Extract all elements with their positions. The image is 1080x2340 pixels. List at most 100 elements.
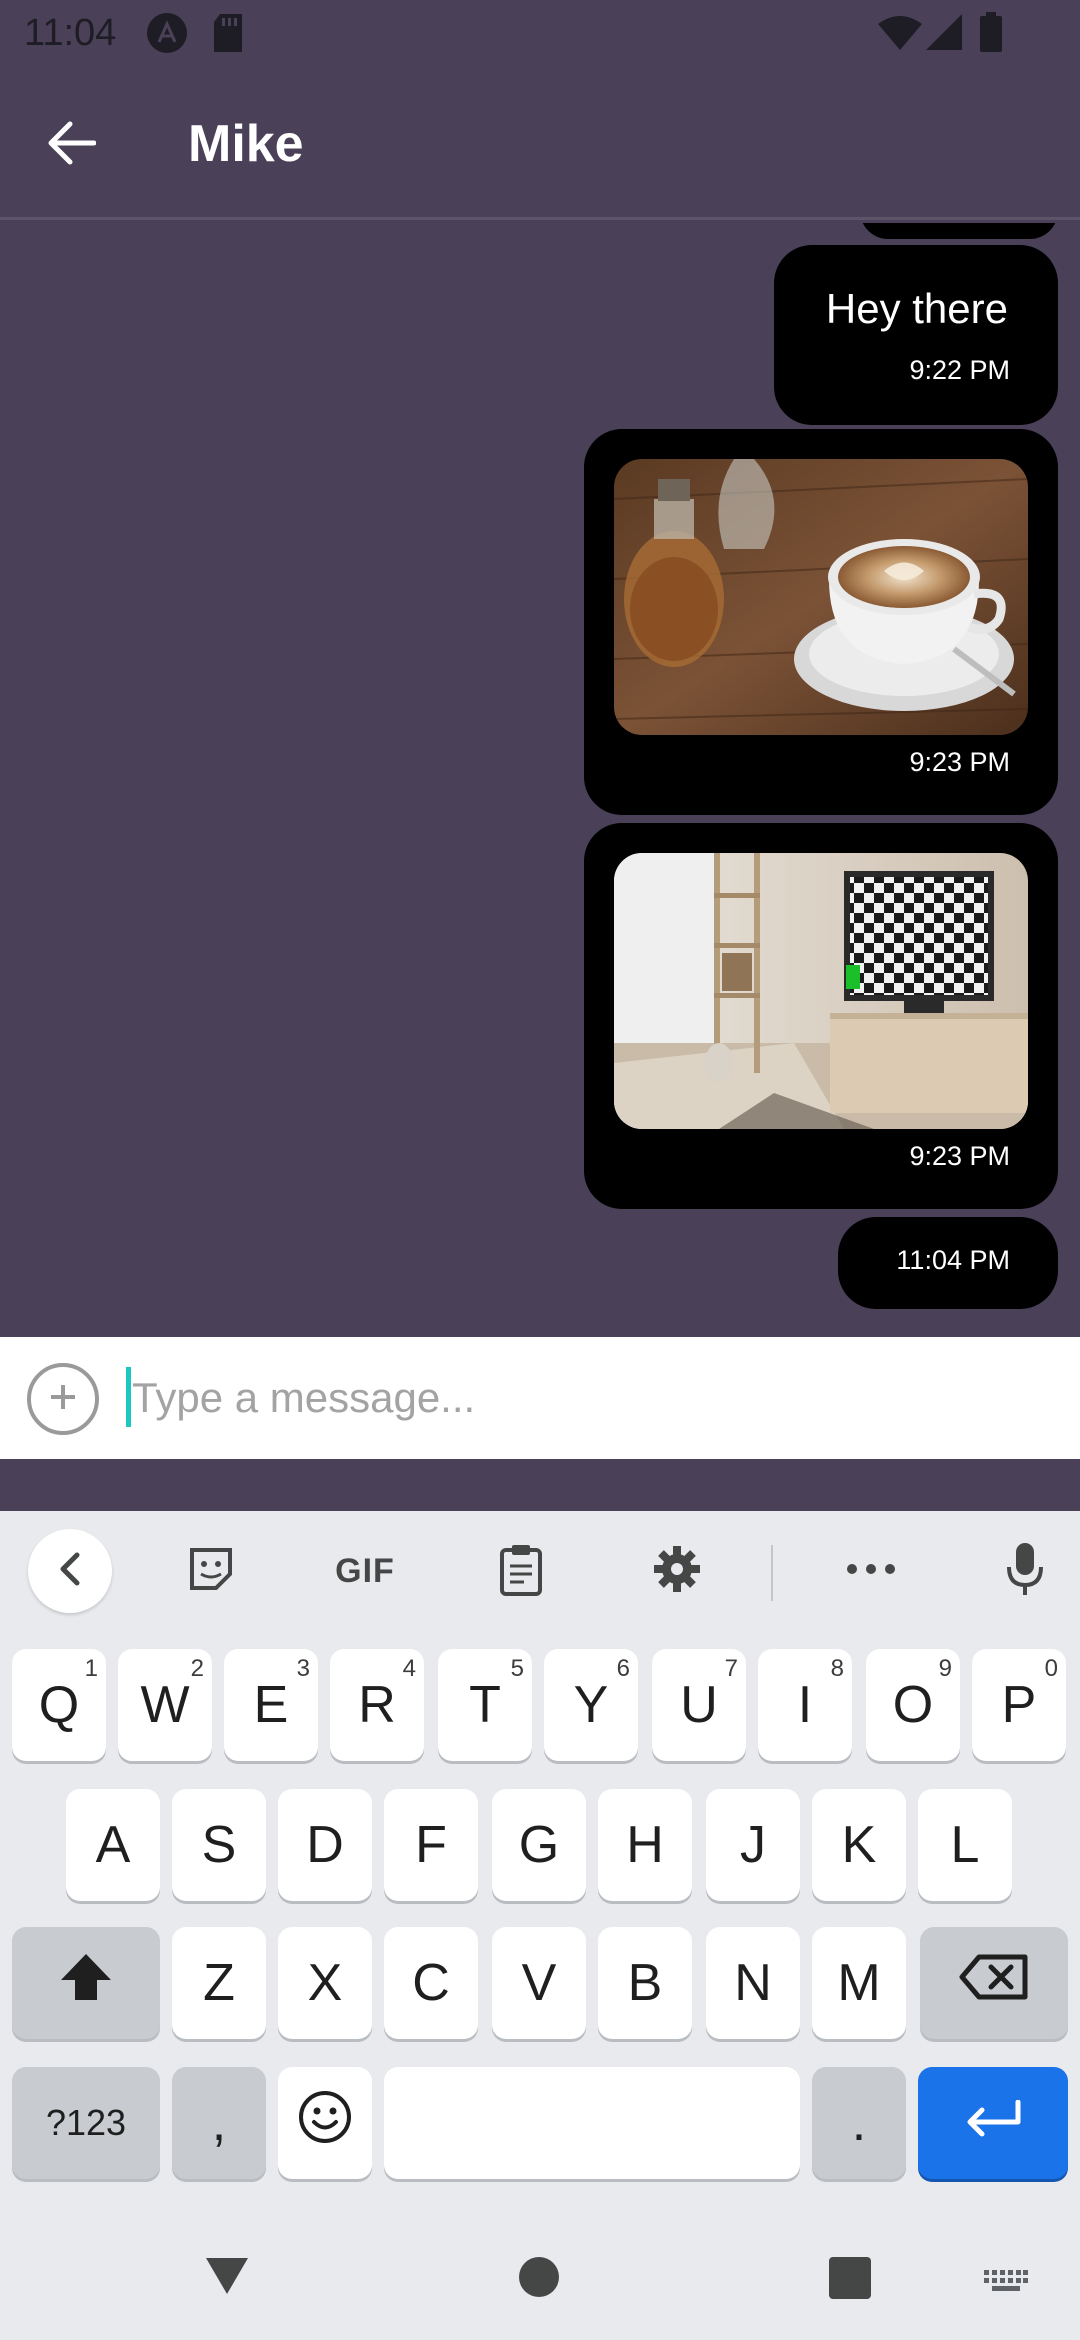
gif-label: GIF bbox=[335, 1551, 395, 1590]
key-label: O bbox=[892, 1676, 934, 1734]
backspace-key[interactable] bbox=[920, 1927, 1068, 2039]
key-v[interactable]: V bbox=[492, 1927, 586, 2039]
key-label: E bbox=[253, 1676, 289, 1734]
key-i[interactable]: I8 bbox=[758, 1649, 852, 1761]
key-q[interactable]: Q1 bbox=[12, 1649, 106, 1761]
comma-key[interactable]: , bbox=[172, 2067, 266, 2179]
nav-home-circle-icon bbox=[518, 2257, 560, 2302]
key-c[interactable]: C bbox=[384, 1927, 478, 2039]
message-list[interactable]: Hey there 9:22 PM 9:23 PM 9:23 PM 11:04 … bbox=[0, 223, 1080, 1337]
clipboard-button[interactable] bbox=[486, 1531, 556, 1611]
key-m[interactable]: M bbox=[812, 1927, 906, 2039]
voice-input-button[interactable] bbox=[990, 1531, 1060, 1611]
key-label: , bbox=[211, 2094, 227, 2152]
key-n[interactable]: N bbox=[706, 1927, 800, 2039]
more-horizontal-icon bbox=[846, 1562, 896, 1580]
keyboard-toolbar-back-button[interactable] bbox=[28, 1529, 112, 1613]
key-e[interactable]: E3 bbox=[224, 1649, 318, 1761]
key-l[interactable]: L bbox=[918, 1789, 1012, 1901]
nav-recents-button[interactable] bbox=[828, 2256, 872, 2305]
message-bubble-partial[interactable] bbox=[860, 223, 1058, 239]
key-hint: 9 bbox=[938, 1655, 952, 1682]
key-u[interactable]: U7 bbox=[652, 1649, 746, 1761]
key-label: K bbox=[841, 1816, 877, 1874]
emoji-key[interactable] bbox=[278, 2067, 372, 2179]
key-label: L bbox=[950, 1816, 980, 1874]
back-button[interactable] bbox=[36, 110, 106, 180]
message-time: 9:23 PM bbox=[909, 1141, 1010, 1171]
status-bar: 11:04 bbox=[0, 0, 1080, 66]
symbols-key[interactable]: ?123 bbox=[12, 2067, 160, 2179]
period-key[interactable]: . bbox=[812, 2067, 906, 2179]
key-label: U bbox=[680, 1676, 718, 1734]
key-p[interactable]: P0 bbox=[972, 1649, 1066, 1761]
key-s[interactable]: S bbox=[172, 1789, 266, 1901]
space-key[interactable] bbox=[384, 2067, 800, 2179]
key-label: A bbox=[95, 1816, 131, 1874]
gif-button[interactable]: GIF bbox=[320, 1531, 410, 1611]
key-h[interactable]: H bbox=[598, 1789, 692, 1901]
room-tv-photo[interactable] bbox=[614, 853, 1028, 1129]
key-label: H bbox=[626, 1816, 664, 1874]
keyboard-switch-button[interactable] bbox=[984, 2270, 1028, 2299]
key-x[interactable]: X bbox=[278, 1927, 372, 2039]
key-a[interactable]: A bbox=[66, 1789, 160, 1901]
key-g[interactable]: G bbox=[492, 1789, 586, 1901]
keyboard-toolbar: GIF bbox=[0, 1511, 1080, 1631]
message-input[interactable] bbox=[132, 1363, 1032, 1433]
key-w[interactable]: W2 bbox=[118, 1649, 212, 1761]
key-label: R bbox=[358, 1676, 396, 1734]
nav-back-triangle-icon bbox=[204, 2258, 250, 2300]
message-bubble[interactable]: Hey there 9:22 PM bbox=[774, 245, 1058, 425]
nav-back-button[interactable] bbox=[204, 2256, 250, 2301]
sticker-button[interactable] bbox=[176, 1531, 246, 1611]
key-d[interactable]: D bbox=[278, 1789, 372, 1901]
key-f[interactable]: F bbox=[384, 1789, 478, 1901]
image-message-bubble[interactable]: 9:23 PM bbox=[584, 429, 1058, 815]
key-y[interactable]: Y6 bbox=[544, 1649, 638, 1761]
key-hint: 4 bbox=[402, 1655, 416, 1682]
message-bubble[interactable]: 11:04 PM bbox=[838, 1217, 1058, 1309]
battery-icon bbox=[980, 12, 1002, 57]
key-label: Z bbox=[203, 1954, 235, 2012]
more-options-button[interactable] bbox=[836, 1531, 906, 1611]
composer-spacer bbox=[0, 1459, 1080, 1511]
key-hint: 8 bbox=[830, 1655, 844, 1682]
key-label: I bbox=[797, 1676, 813, 1734]
coffee-cup-photo[interactable] bbox=[614, 459, 1028, 735]
chevron-left-icon bbox=[55, 1549, 85, 1594]
enter-icon bbox=[964, 2093, 1022, 2153]
key-hint: 6 bbox=[616, 1655, 630, 1682]
key-label: V bbox=[521, 1954, 557, 2012]
message-text: Hey there bbox=[825, 285, 1008, 332]
image-message-bubble[interactable]: 9:23 PM bbox=[584, 823, 1058, 1209]
message-time: 9:23 PM bbox=[909, 747, 1010, 777]
status-time: 11:04 bbox=[24, 12, 117, 54]
add-attachment-button[interactable] bbox=[27, 1363, 99, 1435]
keyboard-settings-button[interactable] bbox=[642, 1531, 712, 1611]
arrow-left-icon bbox=[46, 121, 97, 170]
key-label: B bbox=[627, 1954, 663, 2012]
key-label: Y bbox=[573, 1676, 609, 1734]
key-j[interactable]: J bbox=[706, 1789, 800, 1901]
key-o[interactable]: O9 bbox=[866, 1649, 960, 1761]
key-hint: 3 bbox=[296, 1655, 310, 1682]
toolbar-divider bbox=[771, 1545, 773, 1601]
key-t[interactable]: T5 bbox=[438, 1649, 532, 1761]
plus-circle-icon bbox=[48, 1382, 78, 1417]
message-time: 11:04 PM bbox=[896, 1245, 1010, 1275]
nav-home-button[interactable] bbox=[518, 2256, 560, 2303]
key-r[interactable]: R4 bbox=[330, 1649, 424, 1761]
key-label: ?123 bbox=[45, 2102, 127, 2143]
key-label: . bbox=[851, 2094, 867, 2152]
key-label: F bbox=[415, 1816, 447, 1874]
key-k[interactable]: K bbox=[812, 1789, 906, 1901]
key-b[interactable]: B bbox=[598, 1927, 692, 2039]
shift-key[interactable] bbox=[12, 1927, 160, 2039]
enter-key[interactable] bbox=[918, 2067, 1068, 2179]
shift-icon bbox=[59, 1952, 113, 2015]
key-z[interactable]: Z bbox=[172, 1927, 266, 2039]
key-label: S bbox=[201, 1816, 237, 1874]
clipboard-icon bbox=[498, 1542, 544, 1601]
app-bar: Mike bbox=[0, 66, 1080, 220]
